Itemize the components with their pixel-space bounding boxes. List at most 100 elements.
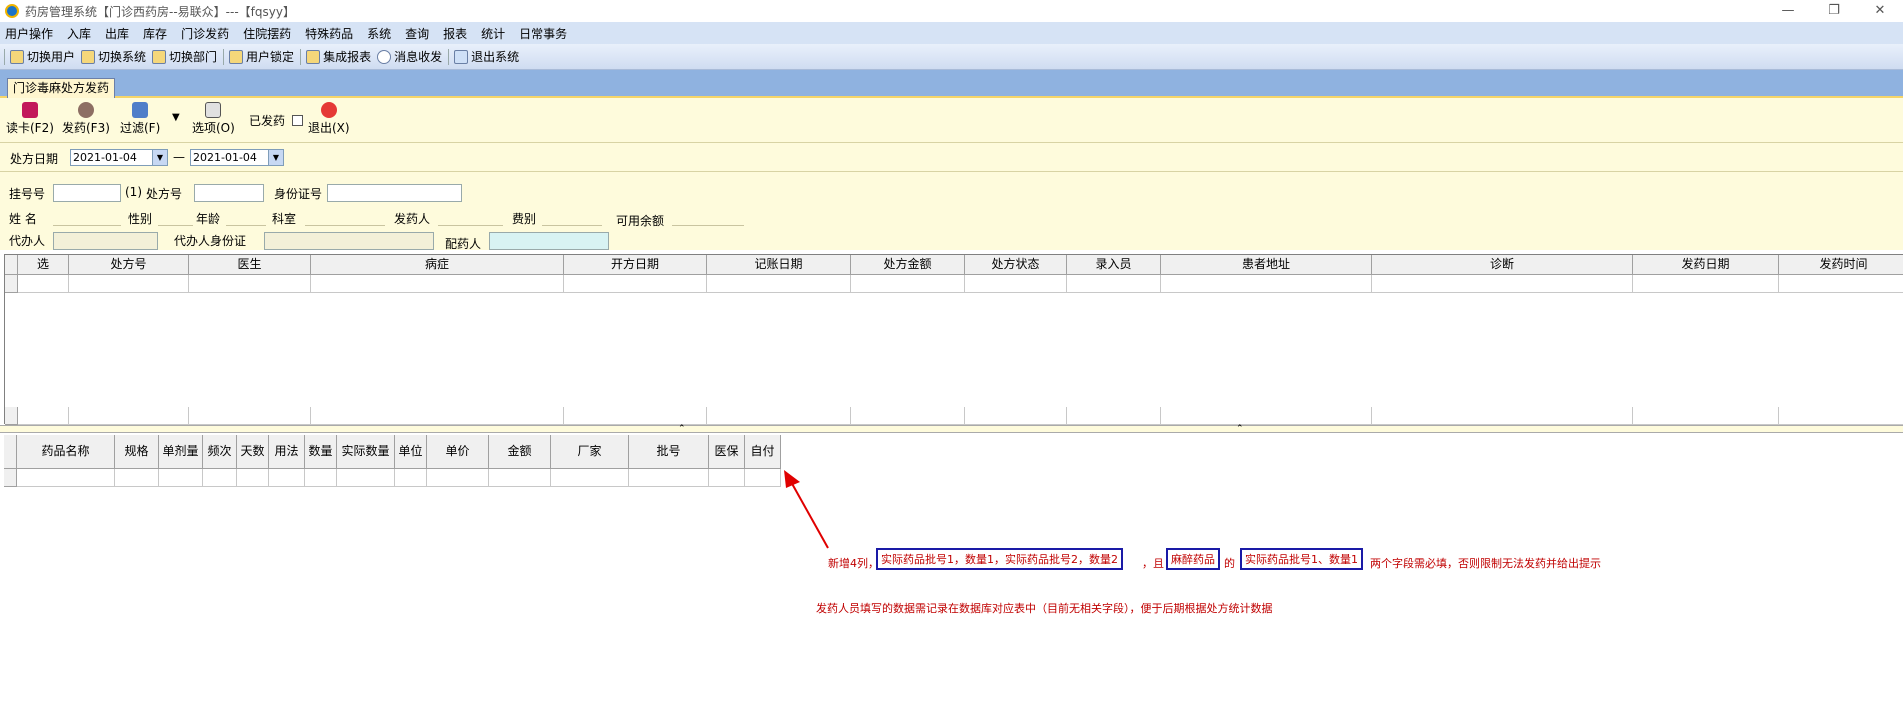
grid-cell[interactable] <box>189 275 311 293</box>
rx-no-input[interactable] <box>194 184 264 202</box>
column-header[interactable]: 数量 <box>305 435 337 469</box>
row-header[interactable] <box>4 469 17 487</box>
switch-user-button[interactable]: 切换用户 <box>10 48 75 65</box>
agent-input[interactable] <box>53 232 158 250</box>
row-header[interactable] <box>5 275 18 293</box>
menu-stock-in[interactable]: 入库 <box>67 25 91 42</box>
grid-cell[interactable] <box>1067 407 1161 425</box>
menu-system[interactable]: 系统 <box>367 25 391 42</box>
column-header[interactable]: 厂家 <box>551 435 629 469</box>
grid-cell[interactable] <box>965 407 1067 425</box>
messages-button[interactable]: 消息收发 <box>377 48 442 65</box>
splitter-up-icon[interactable]: ⌃ <box>1236 424 1244 434</box>
column-header[interactable]: 病症 <box>311 255 564 275</box>
dispensed-checkbox[interactable] <box>292 115 303 126</box>
column-header[interactable]: 单位 <box>395 435 427 469</box>
grid-cell[interactable] <box>115 469 159 487</box>
column-header[interactable]: 医保 <box>709 435 745 469</box>
options-button[interactable]: 选项(O) <box>192 102 235 136</box>
grid-splitter[interactable]: ⌃ ⌃ <box>0 424 1903 434</box>
column-header[interactable]: 发药时间 <box>1779 255 1903 275</box>
grid-cell[interactable] <box>189 407 311 425</box>
grid-cell[interactable] <box>18 407 69 425</box>
id-no-input[interactable] <box>327 184 462 202</box>
menu-stock-out[interactable]: 出库 <box>105 25 129 42</box>
drug-detail-grid[interactable]: 药品名称 规格 单剂量 频次 天数 用法 数量 实际数量 单位 单价 金额 厂家 批号 医保 自付 <box>4 435 781 487</box>
grid-cell[interactable] <box>1779 407 1903 425</box>
grid-cell[interactable] <box>965 275 1067 293</box>
grid-cell[interactable] <box>311 275 564 293</box>
balance-input[interactable] <box>672 208 744 226</box>
menu-statistics[interactable]: 统计 <box>481 25 505 42</box>
menu-outpatient-dispense[interactable]: 门诊发药 <box>181 25 229 42</box>
menu-special-drugs[interactable]: 特殊药品 <box>305 25 353 42</box>
column-header[interactable]: 用法 <box>269 435 305 469</box>
column-header[interactable]: 药品名称 <box>17 435 115 469</box>
dept-input[interactable] <box>305 208 385 226</box>
column-header[interactable]: 患者地址 <box>1161 255 1372 275</box>
grid-cell[interactable] <box>1633 407 1779 425</box>
grid-cell[interactable] <box>69 275 189 293</box>
exit-button[interactable]: 退出(X) <box>308 102 350 136</box>
exit-system-button[interactable]: 退出系统 <box>454 48 519 65</box>
grid-cell[interactable] <box>564 275 707 293</box>
column-header[interactable]: 单价 <box>427 435 489 469</box>
grid-cell[interactable] <box>395 469 427 487</box>
grid-cell[interactable] <box>305 469 337 487</box>
grid-cell[interactable] <box>269 469 305 487</box>
report-button[interactable]: 集成报表 <box>306 48 371 65</box>
lock-user-button[interactable]: 用户锁定 <box>229 48 294 65</box>
grid-cell[interactable] <box>489 469 551 487</box>
switch-system-button[interactable]: 切换系统 <box>81 48 146 65</box>
grid-cell[interactable] <box>709 469 745 487</box>
fee-type-input[interactable] <box>542 208 602 226</box>
grid-cell[interactable] <box>629 469 709 487</box>
grid-cell[interactable] <box>707 407 851 425</box>
gender-input[interactable] <box>158 208 193 226</box>
agent-id-input[interactable] <box>264 232 434 250</box>
column-header[interactable]: 自付 <box>745 435 781 469</box>
column-header[interactable]: 开方日期 <box>564 255 707 275</box>
column-header[interactable]: 频次 <box>203 435 237 469</box>
filter-dropdown-arrow-icon[interactable]: ▼ <box>172 112 180 123</box>
grid-cell[interactable] <box>564 407 707 425</box>
column-header[interactable]: 医生 <box>189 255 311 275</box>
grid-cell[interactable] <box>203 469 237 487</box>
grid-cell[interactable] <box>851 407 965 425</box>
grid-cell[interactable] <box>337 469 395 487</box>
column-header[interactable]: 选 <box>18 255 69 275</box>
grid-cell[interactable] <box>1161 407 1372 425</box>
grid-cell[interactable] <box>17 469 115 487</box>
column-header[interactable]: 规格 <box>115 435 159 469</box>
column-header[interactable]: 诊断 <box>1372 255 1633 275</box>
grid-cell[interactable] <box>69 407 189 425</box>
grid-cell[interactable] <box>427 469 489 487</box>
column-header[interactable]: 处方号 <box>69 255 189 275</box>
preparer-input[interactable] <box>489 232 609 250</box>
column-header[interactable]: 记账日期 <box>707 255 851 275</box>
grid-cell[interactable] <box>1067 275 1161 293</box>
menu-reports[interactable]: 报表 <box>443 25 467 42</box>
name-input[interactable] <box>53 208 121 226</box>
reg-no-input[interactable] <box>53 184 121 202</box>
grid-cell[interactable] <box>237 469 269 487</box>
date-to-picker[interactable]: 2021-01-04 ▼ <box>190 149 284 166</box>
column-header[interactable]: 批号 <box>629 435 709 469</box>
column-header[interactable]: 处方状态 <box>965 255 1067 275</box>
grid-cell[interactable] <box>1161 275 1372 293</box>
filter-button[interactable]: 过滤(F) <box>120 102 160 136</box>
menu-inventory[interactable]: 库存 <box>143 25 167 42</box>
close-button[interactable]: ✕ <box>1857 0 1903 22</box>
column-header[interactable]: 天数 <box>237 435 269 469</box>
dispenser-input[interactable] <box>438 208 503 226</box>
age-input[interactable] <box>226 208 266 226</box>
grid-cell[interactable] <box>1372 407 1633 425</box>
date-from-dropdown-icon[interactable]: ▼ <box>152 150 167 165</box>
grid-cell[interactable] <box>18 275 69 293</box>
grid-cell[interactable] <box>311 407 564 425</box>
column-header[interactable]: 录入员 <box>1067 255 1161 275</box>
grid-cell[interactable] <box>1633 275 1779 293</box>
splitter-up-icon[interactable]: ⌃ <box>678 424 686 434</box>
column-header[interactable]: 实际数量 <box>337 435 395 469</box>
grid-cell[interactable] <box>159 469 203 487</box>
